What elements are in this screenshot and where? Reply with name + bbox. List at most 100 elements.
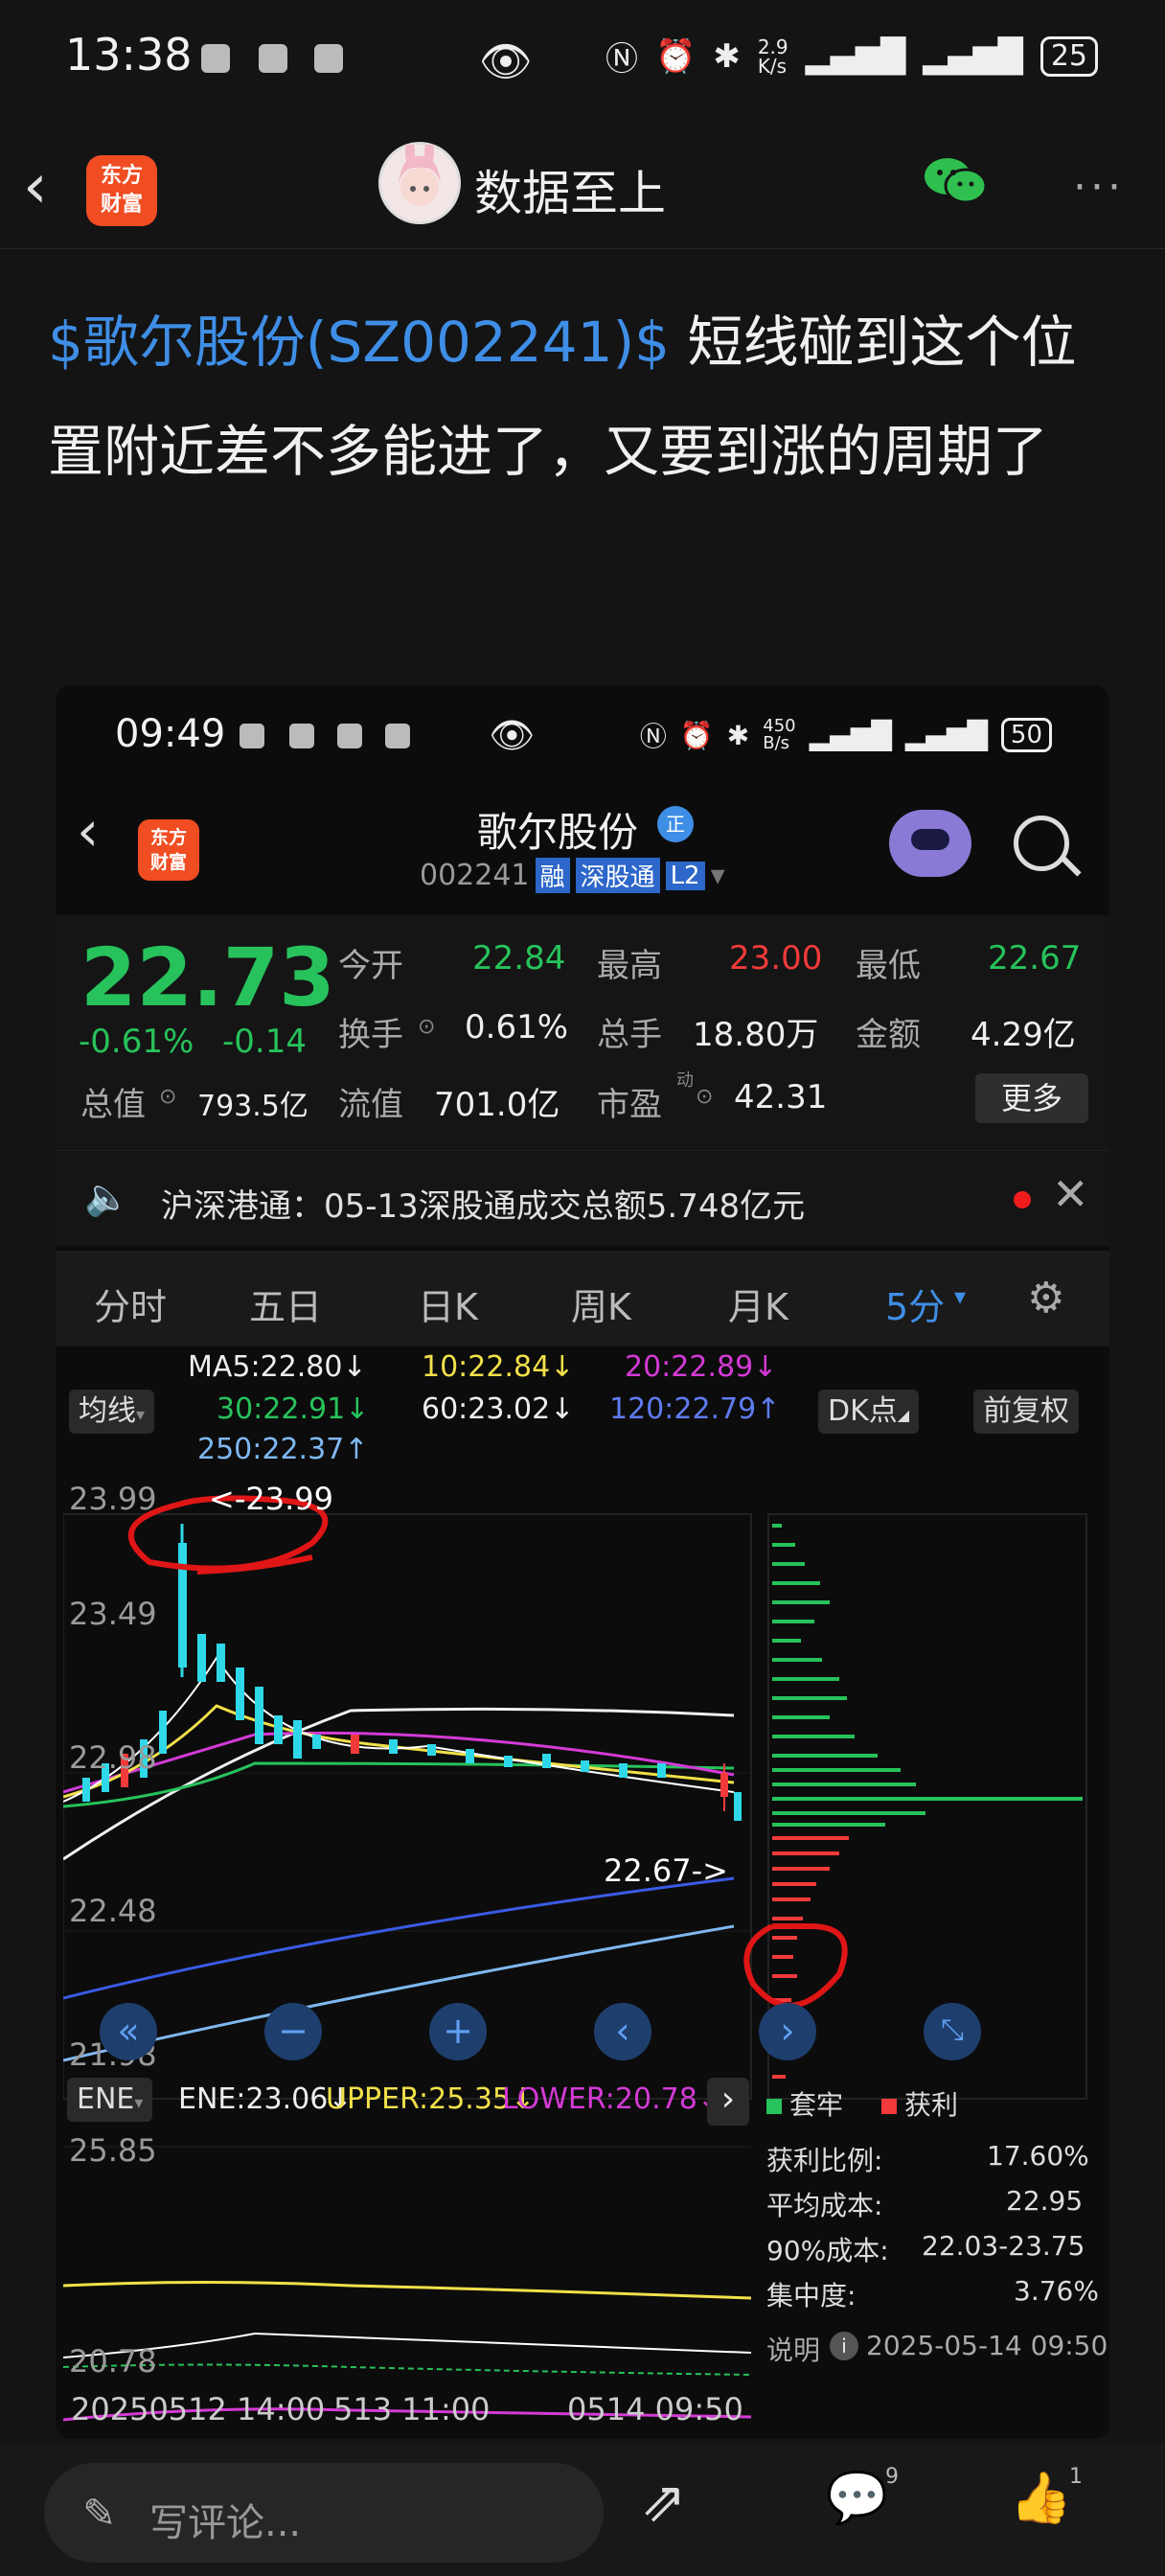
alarm-icon: ⏰ (654, 36, 697, 76)
mcap-label: 总值 (80, 1086, 146, 1124)
stock-code-row: 002241 融 深股通 L2 ▾ (420, 858, 725, 893)
nfc-icon: Ⓝ (639, 721, 667, 752)
tab-weekly[interactable]: 周K (571, 1277, 631, 1330)
notice-bar[interactable]: 🔈 沪深港通：05-13深股通成交总额5.748亿元 ✕ (56, 1150, 1109, 1246)
info-icon[interactable]: i (830, 2332, 858, 2360)
close-icon[interactable]: ✕ (1052, 1168, 1089, 1220)
connect-tag: 深股通 (575, 858, 660, 893)
app-logo: 东方 财富 (86, 155, 157, 226)
current-price: 22.73 (80, 931, 335, 1024)
tab-five-day[interactable]: 五日 (249, 1277, 322, 1330)
expand-icon[interactable]: ⤡ (924, 2003, 981, 2060)
inner-system-icons: Ⓝ ⏰ ✱ 450 B/s ▂▄▆█ ▂▄▆█ 50 (640, 716, 1052, 754)
notification-icon (289, 724, 314, 748)
eye-icon: 👁 (479, 37, 533, 86)
status-bar: 13:38 👁 Ⓝ ⏰ ✱ 2.9 K/s ▂▄▆█ ▂▄▆█ 25 (0, 0, 1165, 115)
indicator-selector-label: ENE (77, 2082, 135, 2116)
y-axis-label: 23.99 (69, 1481, 157, 1517)
chevron-left-icon[interactable]: ‹ (594, 2003, 651, 2060)
stock-name: 歌尔股份 (477, 809, 639, 856)
pe-value: 42.31 (734, 1078, 828, 1116)
notification-icon (314, 44, 343, 73)
y-axis-label: 23.49 (69, 1596, 157, 1632)
share-icon[interactable]: ⇗ (640, 2469, 687, 2534)
ma120-line (63, 1876, 735, 2000)
change-amount: -0.14 (222, 1023, 307, 1061)
period-tabs: 分时 五日 日K 周K 月K 5分 ▾ ⚙ (56, 1251, 1109, 1346)
low-value: 22.67 (988, 939, 1082, 978)
level2-tag: L2 (665, 861, 705, 890)
mcap-value: 793.5亿 (197, 1090, 308, 1123)
turnover-value: 0.61% (465, 1008, 569, 1046)
ene-candles (63, 2363, 752, 2376)
legend-swatch (766, 2099, 782, 2114)
note-label[interactable]: 说明 (766, 2330, 820, 2368)
info-icon[interactable]: ⊙ (159, 1085, 176, 1109)
info-icon[interactable]: ⊙ (418, 1015, 435, 1039)
profit-ratio-label: 获利比例: (766, 2145, 883, 2176)
x-axis-label: 20250512 14:00 (71, 2391, 326, 2427)
avatar[interactable] (378, 139, 461, 224)
tab-monthly[interactable]: 月K (728, 1277, 788, 1330)
indicator-y-bottom: 20.78 (69, 2343, 157, 2380)
comment-icon[interactable]: 💬 (826, 2469, 888, 2527)
open-value: 22.84 (472, 939, 566, 978)
dk-button[interactable]: DK点◢ (818, 1390, 920, 1434)
concentration-label: 集中度: (766, 2280, 857, 2312)
cost90-value: 22.03-23.75 (922, 2230, 1085, 2262)
thumbs-up-icon[interactable]: 👍 (1010, 2469, 1072, 2527)
corner-icon: ◢ (897, 1406, 910, 1424)
avatar-image (399, 139, 441, 206)
more-button[interactable]: 更多 (975, 1073, 1088, 1123)
amount-label: 金额 (856, 1016, 921, 1054)
info-icon[interactable]: ⊙ (696, 1085, 713, 1109)
tab-intraday[interactable]: 分时 (94, 1277, 167, 1330)
chevron-right-icon[interactable]: › (759, 2003, 816, 2060)
tab-5min[interactable]: 5分 (885, 1277, 945, 1330)
pe-label: 市盈 (597, 1086, 662, 1124)
embedded-screenshot[interactable]: 09:49 👁 Ⓝ ⏰ ✱ 450 B/s ▂▄▆█ ▂▄▆█ 50 ‹ 东方 … (56, 685, 1109, 2439)
tab-daily[interactable]: 日K (418, 1277, 478, 1330)
high-label: 最高 (597, 947, 662, 985)
search-icon[interactable] (1014, 816, 1069, 871)
wechat-icon[interactable] (922, 153, 989, 207)
bluetooth-icon: ✱ (713, 36, 741, 76)
ma-selector[interactable]: 均线▾ (69, 1390, 155, 1434)
chevron-right-icon[interactable]: › (707, 2078, 749, 2126)
back-icon[interactable]: ‹ (77, 798, 99, 863)
indicator-selector[interactable]: ENE▾ (67, 2078, 153, 2122)
status-time: 13:38 (65, 29, 193, 80)
notification-icon (385, 724, 410, 748)
ene-upper-line (63, 2281, 752, 2300)
legend-trapped: 套牢 (766, 2084, 843, 2123)
kline-chart[interactable] (63, 1476, 1102, 2425)
dropdown-icon[interactable]: ▾ (954, 1283, 966, 1310)
legend-swatch (881, 2099, 897, 2114)
comment-input[interactable]: ✎ 写评论... (44, 2463, 604, 2563)
system-icons: Ⓝ ⏰ ✱ 2.9 K/s ▂▄▆█ ▂▄▆█ 25 (605, 33, 1098, 80)
ma60-label: 60:23.02↓ (422, 1392, 575, 1426)
zoom-in-icon[interactable]: + (429, 2003, 487, 2060)
stock-link[interactable]: $歌尔股份(SZ002241)$ (48, 310, 670, 375)
inner-status-time: 09:49 (115, 712, 226, 756)
margin-tag: 融 (535, 858, 570, 893)
ma120-label: 120:22.79↑ (609, 1392, 781, 1426)
high-marker: <-23.99 (209, 1481, 333, 1517)
dropdown-icon: ▾ (136, 1405, 146, 1425)
more-icon[interactable]: ··· (1073, 163, 1125, 212)
notification-icon (240, 724, 264, 748)
comment-count: 9 (885, 2465, 899, 2489)
turnover-label: 换手 (338, 1016, 403, 1054)
stock-badge: 正 (657, 806, 694, 842)
low-marker: 22.67-> (604, 1852, 728, 1889)
zoom-out-icon[interactable]: − (264, 2003, 322, 2060)
cost90-label: 90%成本: (766, 2235, 889, 2266)
dropdown-icon[interactable]: ▾ (711, 859, 725, 892)
indicator-y-top: 25.85 (69, 2132, 157, 2169)
adjust-button[interactable]: 前复权 (973, 1390, 1079, 1434)
gear-icon[interactable]: ⚙ (1027, 1274, 1064, 1322)
author-name[interactable]: 数据至上 (474, 155, 666, 224)
rewind-icon[interactable]: « (100, 2003, 157, 2060)
back-icon[interactable]: ‹ (23, 151, 48, 222)
note-time: 2025-05-14 09:50 (866, 2330, 1108, 2361)
